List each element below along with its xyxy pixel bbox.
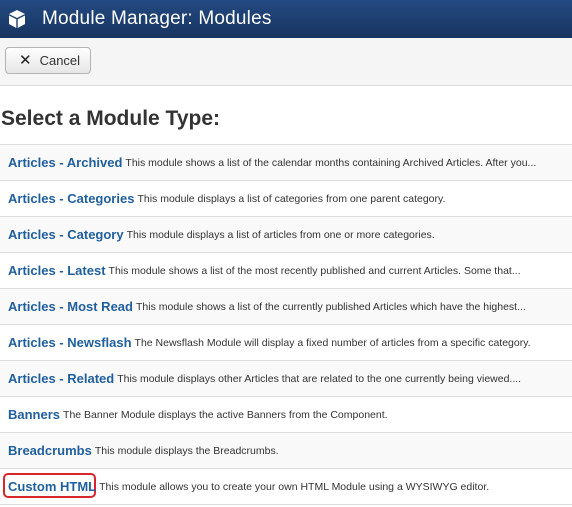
module-type-link[interactable]: Articles - Latest bbox=[8, 263, 106, 278]
module-type-item[interactable]: Articles - Newsflash The Newsflash Modul… bbox=[0, 325, 572, 361]
module-type-link[interactable]: Custom HTML bbox=[8, 479, 96, 494]
module-type-description: This module shows a list of the currentl… bbox=[135, 300, 526, 313]
module-type-item[interactable]: Articles - Latest This module shows a li… bbox=[0, 253, 572, 289]
module-type-item[interactable]: Articles - Archived This module shows a … bbox=[0, 145, 572, 181]
module-type-item[interactable]: Banners The Banner Module displays the a… bbox=[0, 397, 572, 433]
module-type-description: The Newsflash Module will display a fixe… bbox=[134, 336, 531, 349]
module-type-link[interactable]: Articles - Related bbox=[8, 371, 114, 386]
joomla-cube-icon bbox=[6, 8, 28, 30]
section-title: Select a Module Type: bbox=[1, 107, 220, 130]
module-type-description: This module displays other Articles that… bbox=[117, 372, 522, 385]
module-type-description: The Banner Module displays the active Ba… bbox=[63, 408, 388, 421]
module-type-link[interactable]: Breadcrumbs bbox=[8, 443, 92, 458]
module-type-list: Articles - Archived This module shows a … bbox=[0, 144, 572, 505]
page-title: Module Manager: Modules bbox=[42, 8, 272, 29]
module-type-link[interactable]: Articles - Archived bbox=[8, 155, 122, 170]
module-type-item-custom-html[interactable]: Custom HTML This module allows you to cr… bbox=[0, 469, 572, 505]
module-type-description: This module displays a list of articles … bbox=[126, 228, 435, 241]
module-type-description: This module shows a list of the most rec… bbox=[108, 264, 521, 277]
toolbar: ✕ Cancel bbox=[0, 38, 572, 86]
close-icon: ✕ bbox=[19, 52, 32, 69]
module-type-link[interactable]: Articles - Newsflash bbox=[8, 335, 132, 350]
module-type-item[interactable]: Articles - Category This module displays… bbox=[0, 217, 572, 253]
module-type-description: This module allows you to create your ow… bbox=[99, 480, 490, 493]
module-type-description: This module displays the Breadcrumbs. bbox=[94, 444, 279, 457]
cancel-button[interactable]: ✕ Cancel bbox=[5, 47, 91, 74]
module-type-link[interactable]: Articles - Most Read bbox=[8, 299, 133, 314]
page-header: Module Manager: Modules bbox=[0, 0, 572, 38]
cancel-button-label: Cancel bbox=[39, 53, 81, 68]
module-type-description: This module shows a list of the calendar… bbox=[125, 156, 537, 169]
module-type-item[interactable]: Articles - Most Read This module shows a… bbox=[0, 289, 572, 325]
module-type-link[interactable]: Articles - Categories bbox=[8, 191, 134, 206]
module-type-description: This module displays a list of categorie… bbox=[137, 192, 446, 205]
module-type-link[interactable]: Banners bbox=[8, 407, 60, 422]
module-type-item[interactable]: Articles - Related This module displays … bbox=[0, 361, 572, 397]
module-type-item[interactable]: Breadcrumbs This module displays the Bre… bbox=[0, 433, 572, 469]
module-type-item[interactable]: Articles - Categories This module displa… bbox=[0, 181, 572, 217]
module-type-link[interactable]: Articles - Category bbox=[8, 227, 124, 242]
